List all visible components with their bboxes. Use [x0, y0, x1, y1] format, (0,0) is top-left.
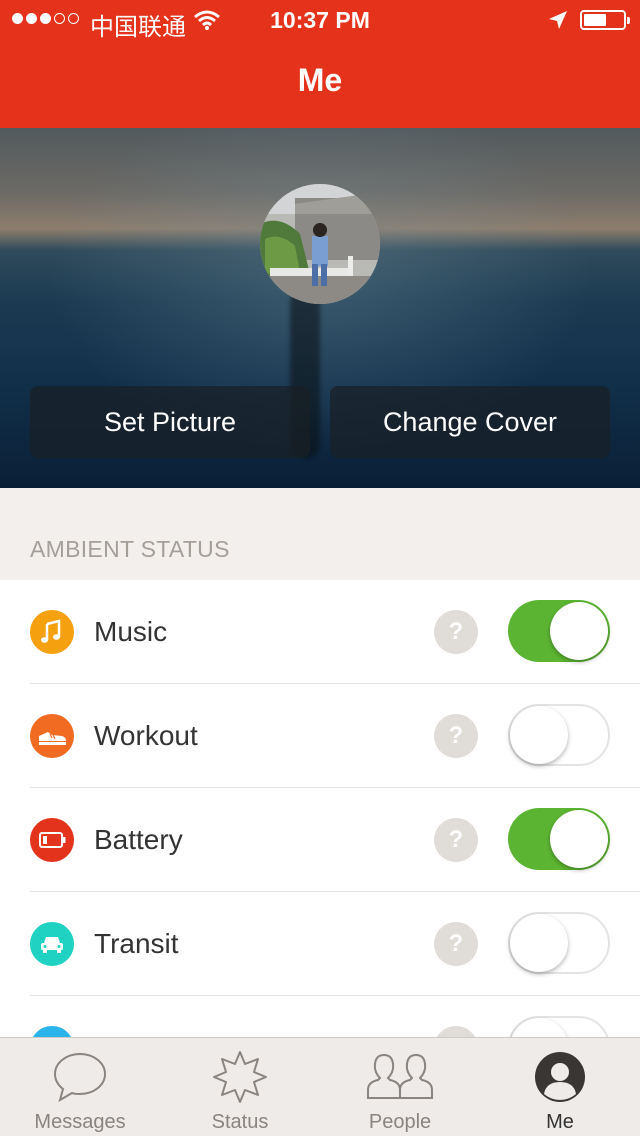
sneaker-icon [30, 714, 74, 758]
toggle-knob [550, 810, 608, 868]
help-button[interactable]: ? [434, 610, 478, 654]
music-toggle[interactable] [508, 600, 610, 662]
starburst-icon [213, 1051, 267, 1103]
toggle-knob [510, 706, 568, 764]
list-item-battery: Battery ? [0, 788, 640, 892]
car-icon [30, 922, 74, 966]
list-item-music: Music ? [0, 580, 640, 684]
tab-me[interactable]: Me [480, 1038, 640, 1136]
transit-toggle[interactable] [508, 912, 610, 974]
toggle-knob [550, 602, 608, 660]
avatar-photo [260, 184, 380, 304]
list-item-label: Transit [94, 928, 179, 959]
workout-toggle[interactable] [508, 704, 610, 766]
battery-level-icon [30, 818, 74, 862]
help-button[interactable]: ? [434, 818, 478, 862]
cover-photo[interactable]: Set Picture Change Cover [0, 128, 640, 488]
section-title-ambient-status: AMBIENT STATUS [30, 536, 230, 562]
ambient-status-list: Music ? Workout ? Battery ? Transit ? [0, 580, 640, 1100]
battery-icon [580, 10, 630, 30]
tab-people[interactable]: People [320, 1038, 480, 1136]
battery-toggle[interactable] [508, 808, 610, 870]
help-button[interactable]: ? [434, 922, 478, 966]
tab-status[interactable]: Status [160, 1038, 320, 1136]
location-arrow-icon [549, 11, 567, 29]
list-item-label: Battery [94, 824, 183, 855]
profile-avatar-icon [535, 1052, 585, 1102]
set-picture-button[interactable]: Set Picture [30, 386, 310, 458]
tab-bar: Messages Status People Me [0, 1037, 640, 1136]
tab-label: Me [546, 1111, 574, 1133]
toggle-knob [510, 914, 568, 972]
help-button[interactable]: ? [434, 714, 478, 758]
avatar[interactable] [260, 184, 380, 304]
speech-bubble-icon [53, 1052, 107, 1103]
top-bar: 中国联通 10:37 PM Me [0, 0, 640, 128]
tab-label: People [368, 1111, 432, 1133]
list-item-workout: Workout ? [0, 684, 640, 788]
people-icon [367, 1053, 433, 1099]
music-note-icon [30, 610, 74, 654]
page-title: Me [297, 62, 343, 98]
tab-label: Status [211, 1111, 269, 1133]
tab-messages[interactable]: Messages [0, 1038, 160, 1136]
list-item-transit: Transit ? [0, 892, 640, 996]
status-bar: 中国联通 10:37 PM [0, 0, 640, 41]
change-cover-button[interactable]: Change Cover [330, 386, 610, 458]
tab-label: Messages [34, 1111, 126, 1133]
list-item-label: Music [94, 616, 168, 647]
list-item-label: Workout [94, 720, 198, 751]
status-time: 10:37 PM [270, 7, 370, 33]
